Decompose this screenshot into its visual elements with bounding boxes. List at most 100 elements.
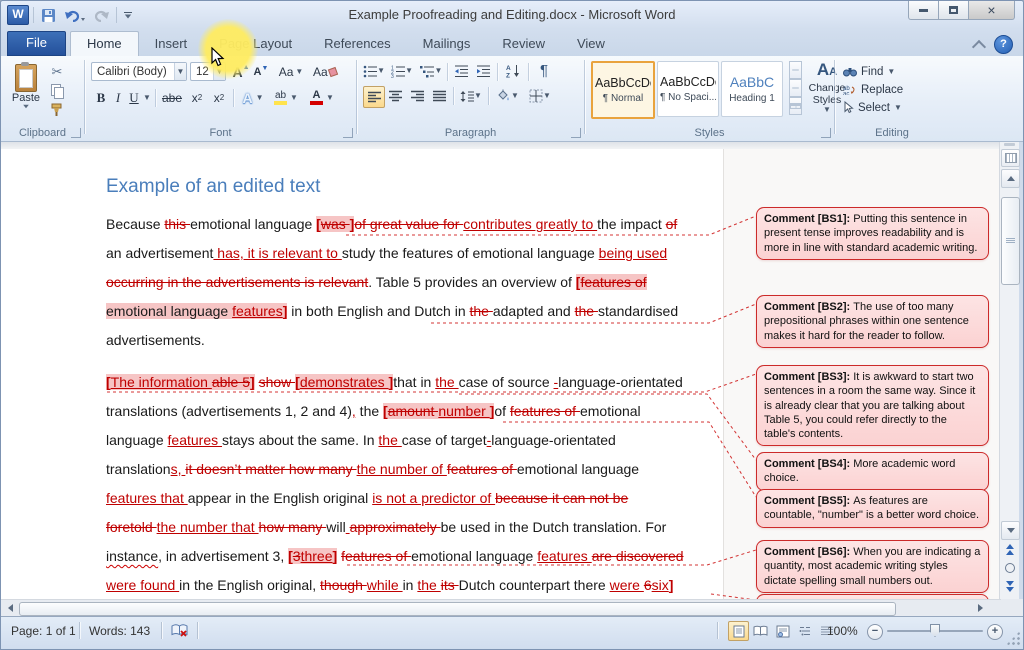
- style-scroll-up-button[interactable]: [789, 61, 802, 79]
- strikethrough-button[interactable]: abe: [159, 87, 185, 108]
- cut-button[interactable]: ✂: [47, 62, 67, 81]
- next-page-button[interactable]: [1002, 579, 1018, 593]
- clipboard-dialog-launcher[interactable]: [71, 128, 81, 138]
- tab-home[interactable]: Home: [70, 31, 139, 56]
- scroll-down-button[interactable]: [1001, 521, 1020, 540]
- paragraph-dialog-launcher[interactable]: [571, 128, 581, 138]
- align-right-button[interactable]: [407, 86, 427, 106]
- grow-font-button[interactable]: A▲: [231, 61, 251, 82]
- clear-formatting-button[interactable]: Aa: [313, 61, 337, 82]
- replace-button[interactable]: abac Replace: [843, 81, 903, 98]
- format-painter-button[interactable]: [47, 100, 67, 119]
- scroll-right-button[interactable]: [973, 602, 987, 614]
- comment-balloon-bs6[interactable]: Comment [BS6]: When you are indicating a…: [756, 540, 989, 593]
- multilevel-list-button[interactable]: ▼: [419, 62, 443, 80]
- paste-button[interactable]: Paste: [7, 61, 45, 127]
- text-run: in both English and Dutch in: [287, 303, 469, 319]
- show-hide-pilcrow-button[interactable]: ¶: [535, 60, 553, 80]
- split-handle[interactable]: [1004, 143, 1015, 146]
- style-heading-1[interactable]: AaBbCHeading 1: [721, 61, 783, 117]
- undo-button[interactable]: [62, 5, 88, 25]
- style-normal[interactable]: AaBbCcDc¶ Normal: [591, 61, 655, 119]
- page-indicator[interactable]: Page: 1 of 1: [11, 622, 76, 640]
- text-highlight-button[interactable]: ab ▼: [271, 87, 301, 108]
- style-no-spaci[interactable]: AaBbCcDc¶ No Spaci...: [657, 61, 719, 117]
- customize-quick-access-button[interactable]: [121, 5, 135, 25]
- web-layout-view-button[interactable]: [772, 621, 793, 641]
- word-logo-icon[interactable]: W: [7, 5, 29, 25]
- comment-balloon-bs2[interactable]: Comment [BS2]: The use of too many prepo…: [756, 295, 989, 348]
- font-size-combobox[interactable]: 12 ▼: [190, 62, 226, 81]
- minimize-button[interactable]: [908, 1, 939, 20]
- underline-dropdown[interactable]: ▼: [142, 87, 152, 108]
- full-screen-reading-view-button[interactable]: [750, 621, 771, 641]
- outline-view-button[interactable]: [794, 621, 815, 641]
- comment-balloon-bs4[interactable]: Comment [BS4]: More academic word choice…: [756, 452, 989, 491]
- italic-button[interactable]: I: [111, 87, 125, 108]
- maximize-button[interactable]: [939, 1, 969, 20]
- save-button[interactable]: [38, 5, 58, 25]
- tab-file[interactable]: File: [7, 31, 66, 56]
- scroll-left-button[interactable]: [3, 602, 17, 614]
- tab-view[interactable]: View: [561, 32, 621, 56]
- vertical-scrollbar[interactable]: [999, 142, 1019, 599]
- copy-button[interactable]: [47, 81, 67, 100]
- text-run: [: [106, 374, 111, 390]
- select-browse-object-button[interactable]: [1002, 561, 1018, 575]
- borders-button[interactable]: ▼: [525, 86, 555, 106]
- vertical-scroll-thumb[interactable]: [1001, 197, 1020, 285]
- zoom-slider-thumb[interactable]: [930, 624, 940, 637]
- horizontal-scrollbar[interactable]: [1, 599, 1001, 616]
- change-case-button[interactable]: Aa▼: [278, 61, 304, 82]
- proofing-status-button[interactable]: [171, 623, 189, 641]
- subscript-button[interactable]: x2: [187, 87, 207, 108]
- word-count[interactable]: Words: 143: [89, 622, 150, 640]
- increase-indent-button[interactable]: [473, 62, 493, 80]
- style-scroll-down-button[interactable]: [789, 79, 802, 97]
- document-canvas[interactable]: Example of an edited text Because this e…: [1, 142, 1001, 599]
- align-center-button[interactable]: [385, 86, 405, 106]
- font-color-button[interactable]: A ▼: [307, 87, 337, 108]
- scroll-up-button[interactable]: [1001, 169, 1020, 188]
- sort-button[interactable]: AZ: [502, 62, 524, 80]
- horizontal-scroll-thumb[interactable]: [19, 602, 896, 616]
- find-button[interactable]: Find ▼: [843, 63, 895, 80]
- redo-button[interactable]: [92, 5, 112, 25]
- decrease-indent-button[interactable]: [451, 62, 471, 80]
- align-left-button[interactable]: [363, 86, 385, 108]
- underline-button[interactable]: U: [127, 87, 141, 108]
- numbering-button[interactable]: 123▼: [391, 62, 413, 80]
- select-button[interactable]: Select ▼: [843, 99, 902, 116]
- style-gallery-more-button[interactable]: [789, 97, 802, 115]
- styles-dialog-launcher[interactable]: [821, 128, 831, 138]
- text-effects-button[interactable]: A ▼: [239, 87, 267, 108]
- line-spacing-button[interactable]: ▼: [458, 86, 484, 106]
- font-dialog-launcher[interactable]: [343, 128, 353, 138]
- comment-balloon-bs1[interactable]: Comment [BS1]: Putting this sentence in …: [756, 207, 989, 260]
- bullets-button[interactable]: ▼: [363, 62, 385, 80]
- close-button[interactable]: ×: [969, 1, 1015, 20]
- tab-review[interactable]: Review: [486, 32, 561, 56]
- shrink-font-button[interactable]: A▼: [252, 61, 270, 82]
- font-name-combobox[interactable]: Calibri (Body) ▼: [91, 62, 187, 81]
- ruler-toggle-button[interactable]: [1001, 149, 1020, 167]
- comment-balloon-bs5[interactable]: Comment [BS5]: As features are countable…: [756, 489, 989, 528]
- divider: [79, 622, 80, 639]
- zoom-out-button[interactable]: −: [867, 624, 883, 640]
- help-button[interactable]: ?: [994, 35, 1013, 54]
- tab-page-layout[interactable]: Page Layout: [203, 32, 308, 56]
- zoom-in-button[interactable]: +: [987, 624, 1003, 640]
- comment-balloon-bs3[interactable]: Comment [BS3]: It is awkward to start tw…: [756, 365, 989, 446]
- tab-mailings[interactable]: Mailings: [407, 32, 487, 56]
- justify-button[interactable]: [429, 86, 449, 106]
- collapse-ribbon-icon[interactable]: [972, 39, 986, 53]
- bold-button[interactable]: B: [93, 87, 109, 108]
- window-resize-grip[interactable]: [1006, 631, 1020, 645]
- tab-references[interactable]: References: [308, 32, 406, 56]
- shading-button[interactable]: ▼: [493, 86, 521, 106]
- print-layout-view-button[interactable]: [728, 621, 749, 641]
- previous-page-button[interactable]: [1002, 542, 1018, 556]
- superscript-button[interactable]: x2: [209, 87, 229, 108]
- tab-insert[interactable]: Insert: [139, 32, 204, 56]
- zoom-level[interactable]: 100%: [827, 622, 858, 640]
